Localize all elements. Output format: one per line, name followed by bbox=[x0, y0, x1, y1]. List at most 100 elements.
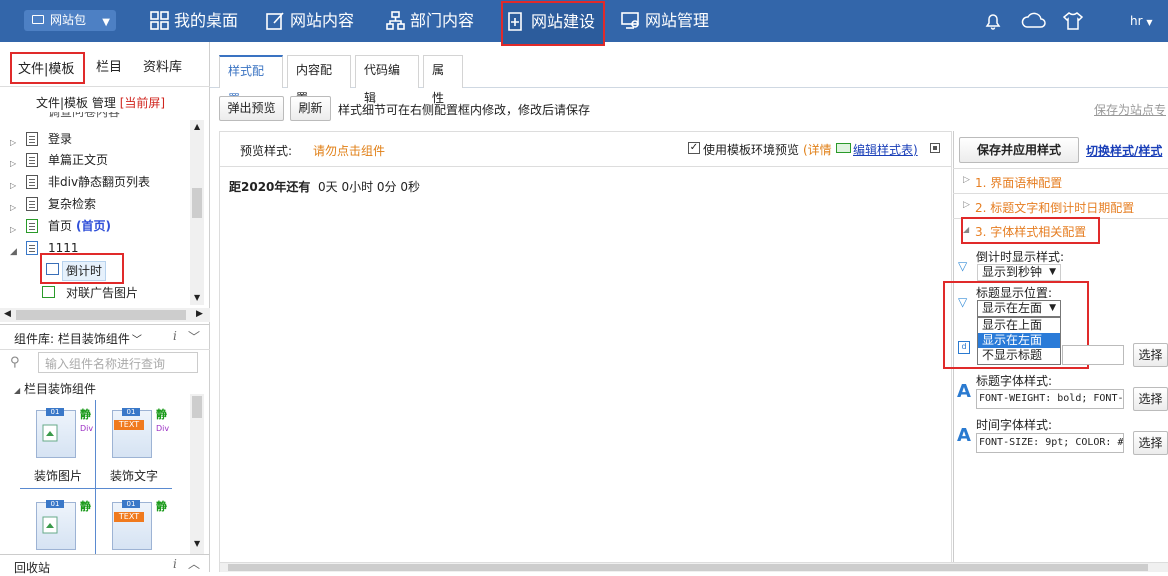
option-top[interactable]: 显示在上面 bbox=[978, 318, 1060, 333]
tab-style-config[interactable]: 样式配置 bbox=[219, 55, 283, 106]
nav-site-building[interactable]: 网站建设 bbox=[501, 1, 605, 46]
edit-icon bbox=[266, 12, 284, 30]
time-font-label: 时间字体样式: bbox=[976, 418, 1053, 432]
main-hscrollbar[interactable] bbox=[220, 562, 1168, 572]
chevron-down-icon[interactable]: ﹀ bbox=[132, 335, 142, 346]
bell-icon[interactable] bbox=[983, 11, 1003, 31]
chevron-up-icon[interactable]: ︿ bbox=[188, 555, 200, 572]
refresh-button[interactable]: 刷新 bbox=[290, 96, 331, 121]
scroll-down-icon[interactable]: ▼ bbox=[194, 293, 200, 302]
title-position-select[interactable]: 显示在左面 ▼ bbox=[977, 300, 1061, 317]
font-a-icon: A bbox=[957, 425, 971, 446]
switch-style-link[interactable]: 切换样式/样式 bbox=[1086, 142, 1162, 159]
tree-item[interactable]: ▷ 登录 bbox=[0, 130, 190, 152]
collapse-icon[interactable]: ◢ bbox=[963, 225, 969, 234]
site-package-dropdown[interactable]: 网站包 ▼ bbox=[24, 10, 116, 31]
tree-scrollbar[interactable]: ▲ ▼ bbox=[190, 120, 204, 305]
chevron-down-icon[interactable]: ﹀ bbox=[188, 328, 200, 345]
maximize-icon[interactable] bbox=[930, 143, 940, 153]
group-label: 栏目装饰组件 bbox=[23, 382, 96, 396]
home-badge: (首页) bbox=[76, 219, 111, 233]
option-left-selected[interactable]: 显示在左面 bbox=[978, 333, 1060, 348]
nav-site-content[interactable]: 网站内容 bbox=[266, 0, 354, 42]
expand-icon[interactable]: ▷ bbox=[10, 134, 16, 152]
scroll-thumb[interactable] bbox=[192, 188, 202, 218]
hint-text: 样式细节可在右侧配置框内修改，修改后请保存 bbox=[338, 103, 591, 117]
doc-icon: d bbox=[958, 341, 970, 354]
popup-preview-button[interactable]: 弹出预览 bbox=[219, 96, 284, 121]
font-a-icon: A bbox=[957, 381, 971, 402]
section-title-date[interactable]: ▷ 2. 标题文字和倒计时日期配置 bbox=[963, 199, 1163, 216]
tab-code-edit[interactable]: 代码编辑 bbox=[355, 55, 419, 105]
choose-button[interactable]: 选择 bbox=[1133, 387, 1168, 411]
manage-link[interactable]: 文件|模板 管理 [当前屏] bbox=[36, 94, 165, 111]
scroll-up-icon[interactable]: ▲ bbox=[194, 122, 200, 131]
tab-properties[interactable]: 属性 bbox=[423, 55, 463, 105]
expand-icon[interactable]: ▷ bbox=[963, 175, 970, 185]
edit-stylesheet-link[interactable]: 编辑样式表) bbox=[853, 141, 918, 158]
text-tag: TEXT bbox=[114, 512, 144, 522]
collapse-icon[interactable]: ◢ bbox=[10, 243, 17, 261]
scroll-thumb[interactable] bbox=[228, 564, 1148, 571]
static-badge: 静 bbox=[80, 408, 91, 421]
choose-button[interactable]: 选择 bbox=[1133, 431, 1168, 455]
collapse-icon[interactable]: ◢ bbox=[14, 386, 20, 395]
component-decor-image[interactable]: 01 bbox=[34, 406, 78, 462]
scroll-left-icon[interactable]: ◀ bbox=[4, 309, 11, 319]
time-font-input[interactable]: FONT-SIZE: 9pt; COLOR: # bbox=[976, 433, 1124, 453]
scroll-thumb[interactable] bbox=[16, 310, 186, 320]
tree-item-home[interactable]: ▷ 首页 (首页) bbox=[0, 217, 190, 239]
tab-column[interactable]: 栏目 bbox=[96, 56, 122, 75]
scroll-right-icon[interactable]: ▶ bbox=[196, 309, 203, 319]
tree-item[interactable]: ▷ 复杂检索 bbox=[0, 195, 190, 217]
section-language[interactable]: ▷ 1. 界面语种配置 bbox=[963, 174, 1153, 191]
library-scrollbar[interactable]: ▼ bbox=[190, 394, 204, 554]
nav-my-desktop[interactable]: 我的桌面 bbox=[150, 0, 238, 42]
tab-library[interactable]: 资料库 bbox=[143, 56, 182, 75]
expand-icon[interactable]: ▷ bbox=[10, 177, 16, 195]
tree-item-countdown[interactable]: 倒计时 bbox=[44, 261, 122, 283]
scroll-thumb[interactable] bbox=[192, 396, 202, 418]
countdown-style-select[interactable]: 显示到秒钟 ▼ bbox=[977, 264, 1061, 281]
component-tag: 01 bbox=[122, 408, 140, 416]
save-as-site-link[interactable]: 保存为站点专 bbox=[1094, 101, 1166, 118]
info-icon[interactable]: i bbox=[173, 329, 177, 343]
expand-icon[interactable]: ▷ bbox=[10, 199, 16, 217]
use-env-checkbox[interactable]: ✓ bbox=[688, 142, 700, 154]
component-decor-text[interactable]: 01 TEXT bbox=[110, 406, 154, 462]
detail-link[interactable]: (详情 bbox=[803, 141, 832, 158]
expand-icon[interactable]: ▷ bbox=[963, 200, 970, 210]
recycle-label: 回收站 bbox=[14, 561, 51, 575]
info-icon[interactable]: i bbox=[173, 557, 177, 571]
recycle-bin-header[interactable]: 回收站 i ︿ bbox=[0, 554, 210, 575]
component-search-input[interactable]: 输入组件名称进行查询 bbox=[38, 352, 198, 373]
tab-file-template[interactable]: 文件|模板 bbox=[10, 52, 85, 84]
current-screen-link[interactable]: [当前屏] bbox=[120, 96, 165, 110]
component-decor-text-2[interactable]: 01 TEXT bbox=[110, 498, 154, 554]
user-menu[interactable]: hr ▼ bbox=[1130, 14, 1153, 28]
tree-item[interactable]: ▷ 非div静态翻页列表 bbox=[0, 173, 190, 195]
section-font-style[interactable]: ◢ 3. 字体样式相关配置 bbox=[963, 223, 1093, 240]
shirt-icon[interactable] bbox=[1062, 11, 1084, 31]
option-none[interactable]: 不显示标题 bbox=[978, 348, 1060, 363]
save-apply-button[interactable]: 保存并应用样式 bbox=[959, 137, 1079, 163]
tree-hscrollbar[interactable]: ◀ ▶ bbox=[0, 308, 210, 322]
tab-label: 文件|模板 bbox=[18, 62, 75, 77]
complib-select[interactable]: 栏目装饰组件 bbox=[58, 332, 130, 346]
scroll-down-icon[interactable]: ▼ bbox=[194, 539, 200, 548]
cloud-icon[interactable] bbox=[1021, 11, 1047, 31]
tree-item[interactable]: 对联广告图片 bbox=[40, 284, 190, 306]
hidden-field-input[interactable] bbox=[1062, 345, 1124, 365]
tab-content-config[interactable]: 内容配置 bbox=[287, 55, 351, 105]
tree-item[interactable]: ▷ 单篇正文页 bbox=[0, 151, 190, 173]
nav-site-manage[interactable]: 网站管理 bbox=[621, 0, 709, 42]
title-font-input[interactable]: FONT-WEIGHT: bold; FONT- bbox=[976, 389, 1124, 409]
expand-icon[interactable]: ▷ bbox=[10, 155, 16, 173]
choose-button[interactable]: 选择 bbox=[1133, 343, 1168, 367]
component-group[interactable]: ◢ 栏目装饰组件 bbox=[14, 380, 96, 397]
expand-icon[interactable]: ▷ bbox=[10, 221, 16, 239]
component-thumb bbox=[112, 502, 152, 550]
nav-dept-content[interactable]: 部门内容 bbox=[386, 0, 474, 42]
nav-label: 网站内容 bbox=[290, 11, 355, 30]
component-decor-image-2[interactable]: 01 bbox=[34, 498, 78, 554]
